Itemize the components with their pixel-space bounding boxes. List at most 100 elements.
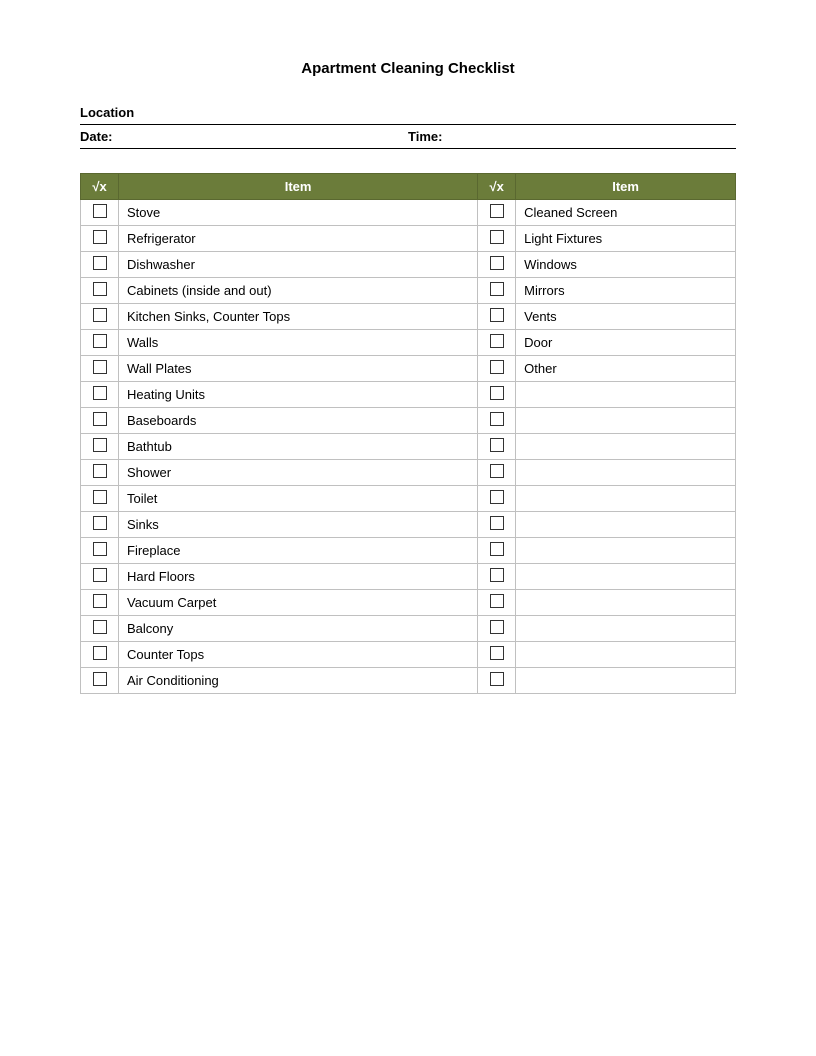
left-check-cell[interactable] <box>81 226 119 252</box>
right-check-cell[interactable] <box>478 538 516 564</box>
right-checkbox[interactable] <box>490 620 504 634</box>
left-check-cell[interactable] <box>81 512 119 538</box>
right-item-cell: Mirrors <box>516 278 736 304</box>
right-item-cell: Windows <box>516 252 736 278</box>
left-check-cell[interactable] <box>81 382 119 408</box>
info-section: Location Date: Time: <box>80 105 736 149</box>
left-checkbox[interactable] <box>93 386 107 400</box>
left-checkbox[interactable] <box>93 516 107 530</box>
left-checkbox[interactable] <box>93 256 107 270</box>
right-check-cell[interactable] <box>478 668 516 694</box>
right-checkbox[interactable] <box>490 646 504 660</box>
left-checkbox[interactable] <box>93 334 107 348</box>
left-checkbox[interactable] <box>93 672 107 686</box>
right-item-cell: Vents <box>516 304 736 330</box>
right-checkbox[interactable] <box>490 230 504 244</box>
time-cell: Time: <box>408 129 736 144</box>
left-item-cell: Baseboards <box>119 408 478 434</box>
page: Apartment Cleaning Checklist Location Da… <box>0 0 816 1056</box>
right-check-cell[interactable] <box>478 434 516 460</box>
right-check-cell[interactable] <box>478 512 516 538</box>
location-row: Location <box>80 105 736 125</box>
right-checkbox[interactable] <box>490 386 504 400</box>
left-checkbox[interactable] <box>93 360 107 374</box>
right-check-cell[interactable] <box>478 590 516 616</box>
left-check-cell[interactable] <box>81 278 119 304</box>
table-row: Cabinets (inside and out)Mirrors <box>81 278 736 304</box>
left-checkbox[interactable] <box>93 542 107 556</box>
left-checkbox[interactable] <box>93 490 107 504</box>
right-checkbox[interactable] <box>490 256 504 270</box>
right-check-cell[interactable] <box>478 564 516 590</box>
right-checkbox[interactable] <box>490 360 504 374</box>
right-check-cell[interactable] <box>478 278 516 304</box>
left-check-cell[interactable] <box>81 590 119 616</box>
left-check-cell[interactable] <box>81 668 119 694</box>
table-row: Baseboards <box>81 408 736 434</box>
right-check-cell[interactable] <box>478 486 516 512</box>
right-item-cell: Cleaned Screen <box>516 200 736 226</box>
right-checkbox[interactable] <box>490 438 504 452</box>
right-checkbox[interactable] <box>490 568 504 582</box>
right-check-cell[interactable] <box>478 356 516 382</box>
right-check-cell[interactable] <box>478 642 516 668</box>
right-check-cell[interactable] <box>478 304 516 330</box>
left-checkbox[interactable] <box>93 308 107 322</box>
right-check-cell[interactable] <box>478 382 516 408</box>
right-check-cell[interactable] <box>478 200 516 226</box>
left-checkbox[interactable] <box>93 438 107 452</box>
left-check-cell[interactable] <box>81 538 119 564</box>
right-check-cell[interactable] <box>478 252 516 278</box>
left-check-cell[interactable] <box>81 304 119 330</box>
left-check-cell[interactable] <box>81 564 119 590</box>
left-check-cell[interactable] <box>81 434 119 460</box>
time-label: Time: <box>408 129 442 144</box>
left-checkbox[interactable] <box>93 282 107 296</box>
right-check-cell[interactable] <box>478 330 516 356</box>
left-check-cell[interactable] <box>81 642 119 668</box>
right-item-cell <box>516 538 736 564</box>
table-row: Sinks <box>81 512 736 538</box>
right-item-cell <box>516 590 736 616</box>
left-check-cell[interactable] <box>81 252 119 278</box>
right-item-cell: Other <box>516 356 736 382</box>
right-checkbox[interactable] <box>490 334 504 348</box>
left-check-cell[interactable] <box>81 616 119 642</box>
right-checkbox[interactable] <box>490 308 504 322</box>
left-checkbox[interactable] <box>93 568 107 582</box>
left-check-cell[interactable] <box>81 356 119 382</box>
left-check-cell[interactable] <box>81 200 119 226</box>
left-checkbox[interactable] <box>93 412 107 426</box>
left-check-cell[interactable] <box>81 408 119 434</box>
right-checkbox[interactable] <box>490 282 504 296</box>
right-checkbox[interactable] <box>490 412 504 426</box>
right-check-cell[interactable] <box>478 226 516 252</box>
right-checkbox[interactable] <box>490 204 504 218</box>
left-check-cell[interactable] <box>81 330 119 356</box>
checklist-table: √x Item √x Item StoveCleaned ScreenRefri… <box>80 173 736 694</box>
col1-item-header: Item <box>119 174 478 200</box>
right-check-cell[interactable] <box>478 408 516 434</box>
right-checkbox[interactable] <box>490 464 504 478</box>
left-checkbox[interactable] <box>93 620 107 634</box>
col1-check-header: √x <box>81 174 119 200</box>
right-check-cell[interactable] <box>478 460 516 486</box>
left-item-cell: Vacuum Carpet <box>119 590 478 616</box>
right-checkbox[interactable] <box>490 490 504 504</box>
right-checkbox[interactable] <box>490 594 504 608</box>
left-check-cell[interactable] <box>81 486 119 512</box>
right-checkbox[interactable] <box>490 516 504 530</box>
left-checkbox[interactable] <box>93 230 107 244</box>
right-checkbox[interactable] <box>490 672 504 686</box>
left-checkbox[interactable] <box>93 204 107 218</box>
sqrt-icon-2: √x <box>489 179 503 194</box>
left-check-cell[interactable] <box>81 460 119 486</box>
right-check-cell[interactable] <box>478 616 516 642</box>
right-checkbox[interactable] <box>490 542 504 556</box>
left-checkbox[interactable] <box>93 464 107 478</box>
left-checkbox[interactable] <box>93 594 107 608</box>
left-checkbox[interactable] <box>93 646 107 660</box>
table-row: Wall PlatesOther <box>81 356 736 382</box>
date-time-row: Date: Time: <box>80 129 736 149</box>
col2-check-header: √x <box>478 174 516 200</box>
